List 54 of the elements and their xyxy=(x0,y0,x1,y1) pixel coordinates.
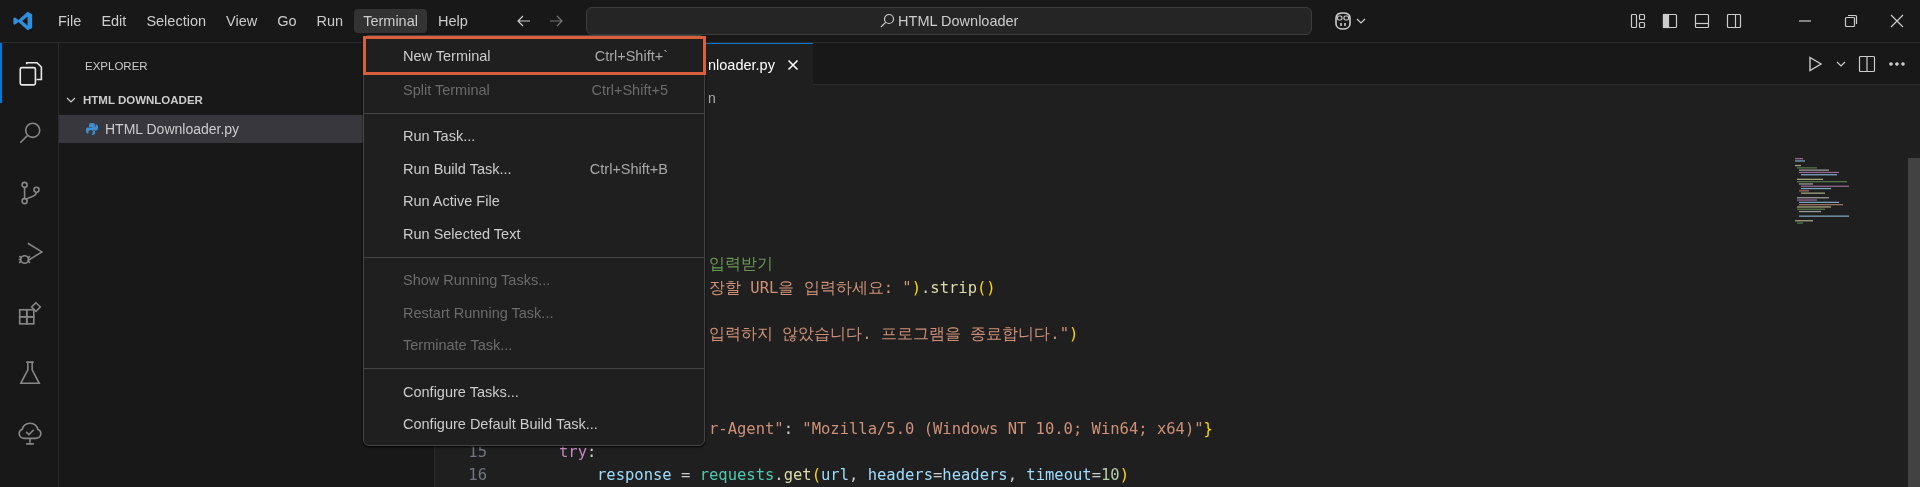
toggle-sidebar-icon[interactable] xyxy=(1662,13,1678,29)
explorer-title: EXPLORER xyxy=(85,60,148,72)
close-icon[interactable] xyxy=(1889,13,1905,29)
restore-icon[interactable] xyxy=(1843,13,1859,29)
toggle-panel-icon[interactable] xyxy=(1694,13,1710,29)
shortcut-text: Ctrl+Shift+` xyxy=(594,47,668,64)
menu-item[interactable]: File xyxy=(49,9,91,33)
tab-label: nloader.py xyxy=(708,56,775,73)
menu-item[interactable]: View xyxy=(217,9,267,33)
menu-item[interactable]: Terminal xyxy=(354,9,427,33)
search-icon xyxy=(879,13,896,29)
run-icon[interactable] xyxy=(1806,54,1824,73)
split-editor-icon[interactable] xyxy=(1858,54,1876,73)
search-icon[interactable] xyxy=(17,120,43,146)
play-bug-icon[interactable] xyxy=(17,240,43,266)
code-line: response = requests.get(url, headers=headers, timeout=10) xyxy=(596,466,1130,485)
menu-option: Show Running Tasks... xyxy=(364,264,704,297)
back-arrow-icon[interactable] xyxy=(515,13,532,29)
shortcut-text: Ctrl+Shift+5 xyxy=(591,81,668,98)
menu-item[interactable]: Edit xyxy=(92,9,136,33)
menu-option[interactable]: Run Build Task... Ctrl+Shift+B xyxy=(364,152,704,185)
breadcrumb[interactable]: n xyxy=(708,90,716,106)
command-center-search[interactable]: HTML Downloader xyxy=(585,7,1312,35)
code-line: 입력하지 않았습니다. 프로그램을 종료합니다.") xyxy=(709,324,1079,346)
menu-item[interactable]: Go xyxy=(268,9,306,33)
menu-option[interactable]: Run Selected Text xyxy=(364,217,704,250)
menu-item[interactable]: Help xyxy=(428,9,477,33)
line-number: 16 xyxy=(467,466,487,485)
caret-icon[interactable] xyxy=(1355,16,1366,26)
menu-item[interactable]: Selection xyxy=(137,9,216,33)
files-icon[interactable] xyxy=(17,60,43,86)
code-line: try: xyxy=(559,442,597,461)
menu-option: Terminate Task... xyxy=(364,329,704,362)
extensions-icon[interactable] xyxy=(17,300,43,326)
code-line: 입력받기 xyxy=(709,254,773,276)
menu-option[interactable]: Configure Tasks... xyxy=(364,375,704,408)
layout-grid-icon[interactable] xyxy=(1630,13,1646,29)
menu-option: Split Terminal Ctrl+Shift+5 xyxy=(364,73,704,106)
menu-option[interactable]: New Terminal Ctrl+Shift+` xyxy=(363,36,706,75)
flask-icon[interactable] xyxy=(17,360,43,386)
tree-check-icon[interactable] xyxy=(17,420,43,446)
file-name: HTML Downloader.py xyxy=(105,121,240,137)
menu-option[interactable]: Configure Default Build Task... xyxy=(364,408,704,441)
code-line: r-Agent": "Mozilla/5.0 (Windows NT 10.0; Win64; x64)"} xyxy=(709,419,1213,438)
menu-item[interactable]: Run xyxy=(307,9,353,33)
menu-option: Restart Running Task... xyxy=(364,296,704,329)
file-type-icon xyxy=(85,122,99,136)
forward-arrow-icon[interactable] xyxy=(547,13,564,29)
scrollbar-thumb[interactable] xyxy=(1908,158,1920,487)
shortcut-text: Ctrl+Shift+B xyxy=(589,160,668,177)
code-line: 장할 URL을 입력하세요: ").strip() xyxy=(709,277,996,299)
menu-option[interactable]: Run Active File xyxy=(364,185,704,218)
toggle-secondary-sidebar-icon[interactable] xyxy=(1726,13,1742,29)
app-logo-icon xyxy=(12,10,34,32)
